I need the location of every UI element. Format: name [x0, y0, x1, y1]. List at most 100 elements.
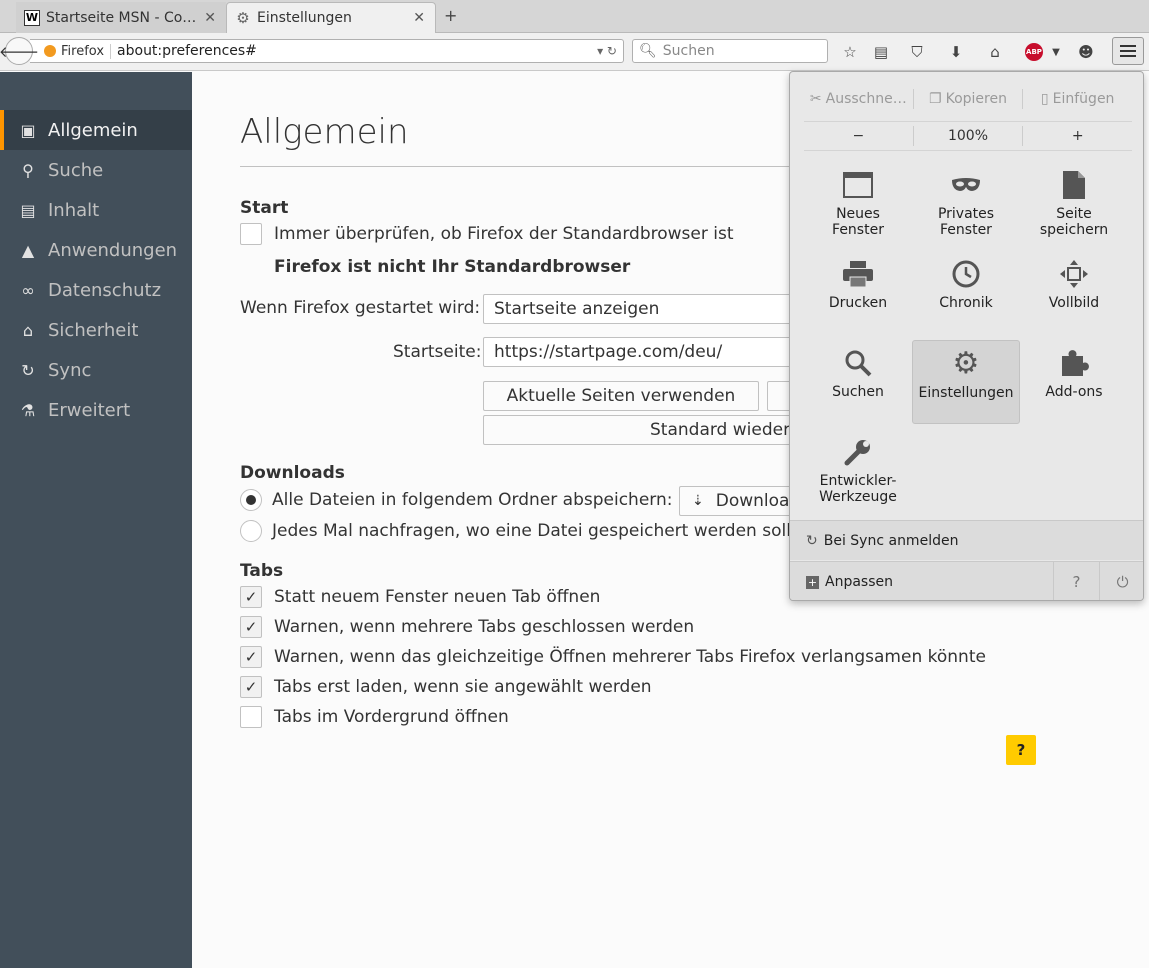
section-heading-tabs: Tabs	[240, 561, 284, 581]
home-icon[interactable]: ⌂	[985, 42, 1005, 62]
sidebar-item-sync[interactable]: ↻ Sync	[0, 350, 192, 390]
zoom-reset-button[interactable]: 100%	[914, 128, 1023, 144]
sidebar-item-allgemein[interactable]: ▣ Allgemein	[0, 110, 192, 150]
edit-controls: ✂ Ausschne… ❐ Kopieren ▯ Einfügen	[804, 84, 1132, 114]
downloads-icon[interactable]: ⬇	[946, 42, 966, 62]
tile-label: Privates Fenster	[937, 206, 995, 238]
check-default-checkbox[interactable]	[240, 223, 262, 245]
check-default-row[interactable]: Immer überprüfen, ob Firefox der Standar…	[240, 223, 734, 245]
pocket-icon[interactable]: ⛉	[907, 42, 927, 62]
cut-label: Ausschne…	[825, 91, 907, 107]
save-to-row[interactable]: Alle Dateien in folgendem Ordner abspeic…	[240, 489, 672, 511]
new-tab-button[interactable]: +	[444, 6, 457, 25]
paste-button[interactable]: ▯ Einfügen	[1023, 91, 1132, 107]
addons-button[interactable]: Add-ons	[1020, 346, 1128, 430]
when-started-label: Wenn Firefox gestartet wird:	[240, 298, 481, 318]
adblock-icon[interactable]: ABP	[1024, 42, 1044, 62]
preferences-gear-icon: ⚙	[952, 346, 980, 381]
download-folder-icon: ⇣	[692, 493, 704, 509]
sync-icon: ↻	[806, 532, 818, 549]
close-tab-icon[interactable]: ✕	[204, 10, 216, 26]
page-title: Allgemein	[240, 112, 409, 152]
back-button[interactable]: 🡐	[0, 37, 39, 65]
sidebar-item-label: Anwendungen	[48, 239, 178, 261]
zoom-in-button[interactable]: +	[1023, 128, 1132, 144]
save-page-button[interactable]: Seite speichern	[1020, 168, 1128, 252]
sidebar-item-inhalt[interactable]: ▤ Inhalt	[0, 190, 192, 230]
help-button[interactable]: ?	[1006, 735, 1036, 765]
addons-puzzle-icon	[1059, 346, 1089, 380]
help-icon[interactable]: ?	[1053, 561, 1099, 600]
tab-option-label: Warnen, wenn mehrere Tabs geschlossen we…	[274, 617, 695, 637]
tab-einstellungen[interactable]: ⚙ Einstellungen ✕	[226, 2, 436, 33]
close-tab-icon[interactable]: ✕	[413, 10, 425, 26]
zoom-out-button[interactable]: −	[804, 128, 913, 144]
developer-wrench-icon	[843, 435, 873, 469]
reading-list-icon[interactable]: ▤	[871, 42, 891, 62]
tile-label: Drucken	[828, 295, 888, 311]
private-window-button[interactable]: Privates Fenster	[912, 168, 1020, 252]
sidebar-item-erweitert[interactable]: ⚗ Erweitert	[0, 390, 192, 430]
ask-row[interactable]: Jedes Mal nachfragen, wo eine Datei gesp…	[240, 520, 791, 542]
tab-option-row[interactable]: ✓ Warnen, wenn das gleichzeitige Öffnen …	[240, 646, 986, 668]
advanced-wizard-icon: ⚗	[20, 400, 36, 420]
url-text[interactable]: about:preferences#	[117, 43, 597, 59]
identity-label: Firefox	[61, 43, 112, 59]
cut-button[interactable]: ✂ Ausschne…	[804, 91, 913, 107]
ask-label: Jedes Mal nachfragen, wo eine Datei gesp…	[272, 521, 791, 541]
find-button[interactable]: Suchen	[804, 346, 912, 430]
tab-msn[interactable]: W Startseite MSN - Co… ✕	[16, 2, 226, 33]
dropdown-reload-icon[interactable]: ▾ ↻	[597, 44, 623, 58]
sidebar-item-suche[interactable]: ⚲ Suche	[0, 150, 192, 190]
tab-option-checkbox[interactable]	[240, 706, 262, 728]
bookmark-star-icon[interactable]: ☆	[840, 42, 860, 62]
new-window-button[interactable]: Neues Fenster	[804, 168, 912, 252]
url-bar[interactable]: Firefox about:preferences# ▾ ↻	[30, 39, 624, 63]
tile-label: Einstellungen	[918, 385, 1014, 401]
firefox-identity-icon	[44, 45, 56, 57]
sidebar-item-label: Sync	[48, 359, 92, 381]
search-icon: 🔍︎	[639, 43, 657, 59]
check-default-label: Immer überprüfen, ob Firefox der Standar…	[274, 224, 734, 244]
tile-label: Entwickler- Werkzeuge	[819, 473, 897, 505]
when-started-select[interactable]: Startseite anzeigen	[483, 294, 803, 324]
tab-option-row[interactable]: Tabs im Vordergrund öffnen	[240, 706, 509, 728]
tab-option-checkbox[interactable]: ✓	[240, 646, 262, 668]
adblock-dropdown-icon[interactable]: ▼	[1046, 42, 1066, 62]
copy-button[interactable]: ❐ Kopieren	[914, 91, 1023, 107]
print-button[interactable]: Drucken	[804, 257, 912, 341]
sync-label: Bei Sync anmelden	[823, 532, 959, 549]
tab-option-checkbox[interactable]: ✓	[240, 586, 262, 608]
search-bar[interactable]: 🔍︎ Suchen	[632, 39, 828, 63]
tab-option-checkbox[interactable]: ✓	[240, 676, 262, 698]
customize-button[interactable]: + Anpassen	[806, 574, 1053, 590]
fullscreen-button[interactable]: Vollbild	[1020, 257, 1128, 341]
preferences-button[interactable]: ⚙ Einstellungen	[912, 340, 1020, 424]
history-button[interactable]: Chronik	[912, 257, 1020, 341]
quit-icon[interactable]: ⏻	[1099, 561, 1143, 600]
security-lock-icon: ⌂	[22, 320, 34, 340]
tab-option-row[interactable]: ✓ Tabs erst laden, wenn sie angewählt we…	[240, 676, 652, 698]
homepage-input[interactable]: https://startpage.com/deu/	[483, 337, 803, 367]
ask-radio[interactable]	[240, 520, 262, 542]
sync-signin-button[interactable]: ↻ Bei Sync anmelden	[790, 520, 1143, 560]
sidebar-item-anwendungen[interactable]: ▲ Anwendungen	[0, 230, 192, 270]
use-current-pages-button[interactable]: Aktuelle Seiten verwenden	[483, 381, 759, 411]
menu-button[interactable]	[1112, 37, 1144, 65]
restore-default-button[interactable]: Standard wiederherstellen	[483, 415, 803, 445]
tab-option-checkbox[interactable]: ✓	[240, 616, 262, 638]
gear-favicon-icon: ⚙	[236, 9, 250, 27]
section-heading-downloads: Downloads	[240, 463, 345, 483]
scissors-icon: ✂	[809, 91, 822, 107]
save-to-radio[interactable]	[240, 489, 262, 511]
sidebar-item-sicherheit[interactable]: ⌂ Sicherheit	[0, 310, 192, 350]
msn-favicon-icon: W	[24, 9, 40, 26]
sidebar-item-datenschutz[interactable]: ∞ Datenschutz	[0, 270, 192, 310]
hello-chat-icon[interactable]: ☻	[1076, 42, 1096, 62]
save-to-label: Alle Dateien in folgendem Ordner abspeic…	[272, 490, 673, 510]
tab-option-row[interactable]: ✓ Statt neuem Fenster neuen Tab öffnen	[240, 586, 600, 608]
tab-option-row[interactable]: ✓ Warnen, wenn mehrere Tabs geschlossen …	[240, 616, 694, 638]
developer-tools-button[interactable]: Entwickler- Werkzeuge	[804, 435, 912, 519]
tile-label: Seite speichern	[1039, 206, 1109, 238]
customize-label: Anpassen	[825, 574, 893, 590]
